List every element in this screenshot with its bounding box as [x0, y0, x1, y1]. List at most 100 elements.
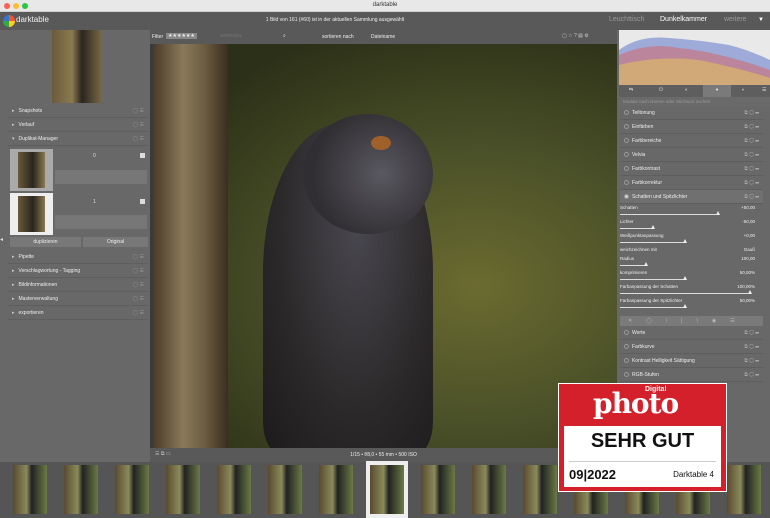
- module-image-info[interactable]: ▸ Bildinformationen ◯ ☰: [8, 278, 148, 292]
- duplicate-thumb-1[interactable]: [10, 193, 53, 235]
- module-icons[interactable]: ◯ ☰: [133, 108, 144, 114]
- tab-color-icon[interactable]: ●: [703, 85, 731, 97]
- module-tagging[interactable]: ▸ Verschlagwortung - Tagging ◯ ☰: [8, 264, 148, 278]
- module-snapshots[interactable]: ▸ Snapshots ◯ ☰: [8, 104, 148, 118]
- module-toolbar-icons[interactable]: ✕◯\|\◉☰: [620, 316, 763, 326]
- module-icons[interactable]: ⧉ ◯ ☰: [744, 194, 759, 200]
- module-icons[interactable]: ◯ ☰: [133, 310, 144, 316]
- filmstrip-thumbnail[interactable]: [523, 465, 557, 514]
- filmstrip-thumbnail[interactable]: [217, 465, 251, 514]
- duplicate-version: 0: [93, 153, 96, 159]
- module-icons[interactable]: ⧉ ◯ ☰: [744, 330, 759, 336]
- histogram[interactable]: [619, 30, 770, 85]
- module-icons[interactable]: ◯ ☰: [133, 122, 144, 128]
- module-color-contrast[interactable]: Farbkontrast ⧉ ◯ ☰: [620, 162, 763, 176]
- slider-handle[interactable]: [644, 262, 648, 266]
- duplicate-note-field[interactable]: [55, 215, 147, 229]
- module-icons[interactable]: ◯ ☰: [133, 296, 144, 302]
- image-canvas[interactable]: [153, 44, 617, 448]
- module-icons[interactable]: ⧉ ◯ ☰: [744, 124, 759, 130]
- duplicate-button[interactable]: duplizieren: [10, 237, 81, 247]
- slider-4[interactable]: Radius 100,00: [620, 256, 755, 266]
- slider-6[interactable]: Farbanpassung der Schatten 100,00%: [620, 284, 755, 294]
- delete-duplicate-icon[interactable]: [140, 199, 145, 204]
- filmstrip-thumbnail[interactable]: [166, 465, 200, 514]
- view-lighttable[interactable]: Leuchttisch: [609, 16, 644, 23]
- module-icons[interactable]: ◯ ☰: [133, 136, 144, 142]
- toolbar-icons[interactable]: ▢ ☆ ? ▤ ⚙: [562, 33, 589, 39]
- filmstrip-thumbnail[interactable]: [268, 465, 302, 514]
- module-icons[interactable]: ⧉ ◯ ☰: [744, 110, 759, 116]
- module-color-zones[interactable]: Farbbereiche ⧉ ◯ ☰: [620, 134, 763, 148]
- module-contrast-brightness-saturation[interactable]: Kontrast Helligkeit Sättigung ⧉ ◯ ☰: [620, 354, 763, 368]
- slider-label: komprimieren: [620, 270, 648, 275]
- module-color-correction[interactable]: Farbkorrektur ⧉ ◯ ☰: [620, 176, 763, 190]
- slider-3[interactable]: weichzeichnen mit Gauß: [620, 247, 755, 252]
- module-icons[interactable]: ⧉ ◯ ☰: [744, 152, 759, 158]
- module-history[interactable]: ▸ Verlauf ◯ ☰: [8, 118, 148, 132]
- rating-filter[interactable]: ★★★★★★: [166, 33, 197, 39]
- filmstrip-thumbnail[interactable]: [13, 465, 47, 514]
- duplicate-note-field[interactable]: [55, 170, 147, 184]
- color-label-filter[interactable]: ○○○○○○∩: [220, 33, 242, 39]
- module-velvia[interactable]: Velvia ⧉ ◯ ☰: [620, 148, 763, 162]
- module-levels[interactable]: Werte ⧉ ◯ ☰: [620, 326, 763, 340]
- collapse-left-icon[interactable]: ◂: [0, 236, 3, 243]
- navigation-thumbnail[interactable]: [52, 30, 102, 103]
- filmstrip-thumbnail[interactable]: [421, 465, 455, 514]
- module-icons[interactable]: ⧉ ◯ ☰: [744, 166, 759, 172]
- filmstrip-thumbnail[interactable]: [115, 465, 149, 514]
- tab-base-icon[interactable]: ◐: [685, 87, 688, 93]
- slider-handle[interactable]: [683, 239, 687, 243]
- module-icons[interactable]: ◯ ☰: [133, 254, 144, 260]
- tab-correct-icon[interactable]: ◑: [741, 87, 744, 93]
- module-search-input[interactable]: Module nach Namen oder Stichwort suchen: [619, 97, 770, 106]
- module-color-curve[interactable]: Farbkurve ⧉ ◯ ☰: [620, 340, 763, 354]
- slider-2[interactable]: Weißpunktanpassung +0,00: [620, 233, 755, 243]
- tab-quick-access-icon[interactable]: ⇆: [629, 87, 633, 93]
- filmstrip-thumbnail[interactable]: [472, 465, 506, 514]
- slider-handle[interactable]: [683, 276, 687, 280]
- module-icons[interactable]: ⧉ ◯ ☰: [744, 344, 759, 350]
- module-shadows-highlights[interactable]: Schatten und Spitzlichter ⧉ ◯ ☰: [620, 190, 763, 204]
- delete-duplicate-icon[interactable]: [140, 153, 145, 158]
- filmstrip-thumbnail[interactable]: [64, 465, 98, 514]
- view-darkroom[interactable]: Dunkelkammer: [660, 16, 707, 23]
- slider-5[interactable]: komprimieren 50,00%: [620, 270, 755, 280]
- module-rgb-levels[interactable]: RGB-Stufen ⧉ ◯ ☰: [620, 368, 763, 382]
- slider-1[interactable]: Lichter -50,00: [620, 219, 755, 229]
- module-label: Bildinformationen: [18, 282, 58, 288]
- module-icons[interactable]: ⧉ ◯ ☰: [744, 180, 759, 186]
- duplicate-thumb-0[interactable]: [10, 149, 53, 191]
- module-icons[interactable]: ◯ ☰: [133, 282, 144, 288]
- tab-active-icon[interactable]: ⏻: [659, 87, 663, 93]
- sort-select[interactable]: Dateiname: [371, 34, 395, 40]
- slider-handle[interactable]: [715, 211, 720, 215]
- original-button[interactable]: Original: [83, 237, 148, 247]
- slider-7[interactable]: Farbanpassung der Spitzlichter 50,00%: [620, 298, 755, 308]
- module-icons[interactable]: ⧉ ◯ ☰: [744, 372, 759, 378]
- module-icons[interactable]: ◯ ☰: [133, 268, 144, 274]
- module-colorize[interactable]: Einfärben ⧉ ◯ ☰: [620, 120, 763, 134]
- module-icons[interactable]: ⧉ ◯ ☰: [744, 358, 759, 364]
- module-export[interactable]: ▸ exportieren ◯ ☰: [8, 306, 148, 320]
- module-color-picker[interactable]: ▸ Pipette ◯ ☰: [8, 250, 148, 264]
- module-label: Pipette: [18, 254, 35, 260]
- filmstrip-thumbnail[interactable]: [727, 465, 761, 514]
- filmstrip-thumbnail[interactable]: [370, 465, 404, 514]
- view-more[interactable]: weitere: [724, 16, 747, 23]
- module-icons[interactable]: ⧉ ◯ ☰: [744, 138, 759, 144]
- module-duplicate-manager[interactable]: ▾ Duplikat-Manager ◯ ☰: [8, 132, 148, 146]
- slider-handle[interactable]: [650, 225, 655, 229]
- tab-menu-icon[interactable]: ☰: [762, 87, 766, 93]
- slider-handle[interactable]: [683, 304, 687, 308]
- search-icon[interactable]: ⌕: [283, 33, 286, 39]
- filmstrip-thumbnail[interactable]: [319, 465, 353, 514]
- module-group-tabs: ⇆ ⏻ ◐ ● ◑ ☰: [619, 85, 770, 97]
- module-masks[interactable]: ▸ Masterverwaltung ◯ ☰: [8, 292, 148, 306]
- dropdown-icon[interactable]: ▼: [758, 17, 764, 23]
- bottom-toolbar-icons[interactable]: ☰ ⧉ ▭: [155, 451, 171, 457]
- slider-0[interactable]: Schatten +50,00: [620, 205, 755, 215]
- slider-handle[interactable]: [748, 290, 752, 294]
- module-split-toning[interactable]: Teiltonung ⧉ ◯ ☰: [620, 106, 763, 120]
